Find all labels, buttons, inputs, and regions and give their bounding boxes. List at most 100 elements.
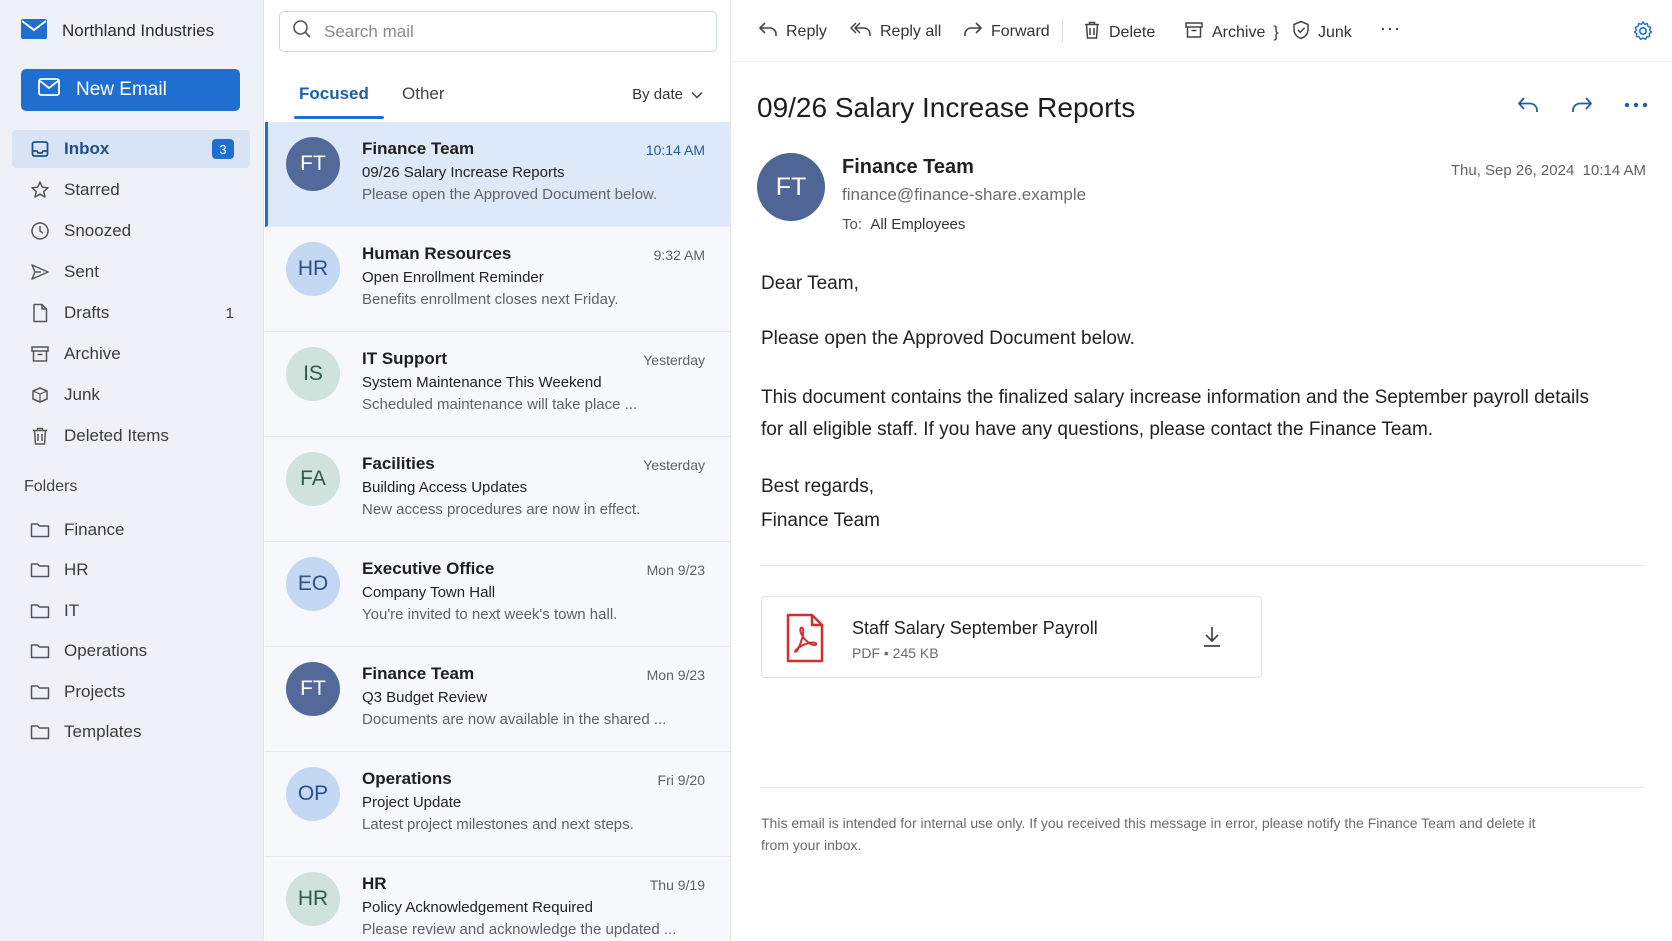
attachment-name: Staff Salary September Payroll bbox=[852, 618, 1098, 638]
message-preview: New access procedures are now in effect. bbox=[362, 501, 641, 518]
attachment-card[interactable]: Staff Salary September Payroll PDF • 245… bbox=[761, 596, 1262, 678]
message-preview: Benefits enrollment closes next Friday. bbox=[362, 291, 619, 308]
forward-button[interactable]: Forward bbox=[963, 20, 1050, 43]
search-box[interactable] bbox=[279, 11, 717, 52]
archive-icon bbox=[1184, 20, 1204, 45]
message-preview: You're invited to next week's town hall. bbox=[362, 606, 618, 623]
message-subject: Open Enrollment Reminder bbox=[362, 269, 544, 286]
more-actions-button[interactable]: ··· bbox=[1380, 18, 1401, 39]
nav-label: Archive bbox=[64, 344, 121, 363]
message-time: Thu 9/19 bbox=[649, 877, 705, 893]
message-item[interactable]: EO Executive Office Mon 9/23 Company Tow… bbox=[265, 542, 730, 647]
folder-item-finance[interactable]: Finance bbox=[12, 511, 250, 548]
sender-avatar: FT bbox=[757, 153, 825, 221]
nav-item-drafts[interactable]: Drafts 1 bbox=[12, 294, 250, 332]
message-list-pane: Focused Other By date FT Finance Team 10… bbox=[265, 0, 731, 941]
message-item[interactable]: FT Finance Team Mon 9/23 Q3 Budget Revie… bbox=[265, 647, 730, 752]
folder-icon bbox=[30, 520, 50, 540]
junk-button[interactable]: Junk bbox=[1292, 20, 1352, 45]
sort-dropdown[interactable]: By date bbox=[632, 86, 703, 103]
folder-label: Finance bbox=[64, 519, 125, 539]
folder-item-hr[interactable]: HR bbox=[12, 552, 250, 589]
nav-item-inbox[interactable]: Inbox 3 bbox=[12, 130, 250, 168]
unread-badge: 3 bbox=[212, 139, 234, 159]
message-sender: Human Resources bbox=[362, 244, 512, 263]
archive-button[interactable]: Archive } bbox=[1184, 20, 1279, 45]
sender-email[interactable]: finance@finance-share.example bbox=[842, 185, 1086, 205]
message-item[interactable]: FA Facilities Yesterday Building Access … bbox=[265, 437, 730, 542]
folder-list: Finance HR IT Operations Projects Templa… bbox=[12, 511, 250, 754]
nav-item-archive[interactable]: Archive bbox=[12, 335, 250, 373]
forward-icon[interactable] bbox=[1570, 95, 1594, 115]
folder-label: IT bbox=[64, 600, 80, 620]
avatar: OP bbox=[286, 767, 340, 821]
folder-icon bbox=[30, 722, 50, 742]
message-preview: Please review and acknowledge the update… bbox=[362, 921, 677, 938]
message-item[interactable]: FT Finance Team 10:14 AM 09/26 Salary In… bbox=[265, 122, 730, 227]
message-item[interactable]: IS IT Support Yesterday System Maintenan… bbox=[265, 332, 730, 437]
search-icon bbox=[292, 19, 312, 44]
tab-other[interactable]: Other bbox=[402, 84, 445, 104]
body-signature: Finance Team bbox=[761, 510, 880, 531]
delete-button[interactable]: Delete bbox=[1083, 20, 1155, 45]
settings-button[interactable] bbox=[1632, 20, 1654, 47]
download-icon[interactable] bbox=[1201, 625, 1223, 654]
trash-icon bbox=[1083, 20, 1101, 45]
reply-icon bbox=[758, 20, 778, 43]
folders-heading: Folders bbox=[24, 478, 78, 495]
body-greeting: Dear Team, bbox=[761, 273, 859, 294]
reply-all-button[interactable]: Reply all bbox=[850, 20, 941, 43]
nav-item-sent[interactable]: Sent bbox=[12, 253, 250, 291]
envelope-icon bbox=[38, 78, 60, 102]
nav-item-starred[interactable]: Starred bbox=[12, 171, 250, 209]
org-name: Northland Industries bbox=[62, 21, 215, 40]
archive-icon bbox=[30, 344, 50, 364]
message-time: Mon 9/23 bbox=[646, 667, 705, 683]
more-options-icon[interactable] bbox=[1624, 101, 1648, 109]
avatar: EO bbox=[286, 557, 340, 611]
footer-disclaimer: This email is intended for internal use … bbox=[761, 815, 1536, 853]
new-email-button[interactable]: New Email bbox=[21, 69, 240, 111]
draft-icon bbox=[30, 303, 50, 323]
message-sender: HR bbox=[362, 874, 387, 893]
folder-label: Operations bbox=[64, 641, 148, 660]
nav-label: Sent bbox=[64, 262, 99, 281]
nav-label: Drafts bbox=[64, 303, 110, 322]
message-time: Yesterday bbox=[643, 352, 705, 368]
message-item[interactable]: HR HR Thu 9/19 Policy Acknowledgement Re… bbox=[265, 857, 730, 941]
message-time: 10:14 AM bbox=[645, 142, 705, 158]
folder-item-projects[interactable]: Projects bbox=[12, 673, 250, 710]
folder-item-operations[interactable]: Operations bbox=[12, 633, 250, 670]
nav-label: Starred bbox=[64, 180, 120, 199]
divider bbox=[761, 565, 1645, 566]
folder-label: HR bbox=[64, 560, 89, 579]
message-item[interactable]: HR Human Resources 9:32 AM Open Enrollme… bbox=[265, 227, 730, 332]
attachment-meta: PDF • 245 KB bbox=[852, 645, 939, 661]
search-input[interactable] bbox=[324, 21, 694, 42]
delete-label: Delete bbox=[1109, 23, 1156, 41]
nav-item-deleted[interactable]: Deleted Items bbox=[12, 417, 250, 455]
forward-icon bbox=[963, 20, 983, 43]
message-preview: Documents are now available in the share… bbox=[362, 711, 667, 728]
nav-item-snoozed[interactable]: Snoozed bbox=[12, 212, 250, 250]
folder-item-templates[interactable]: Templates bbox=[12, 714, 250, 751]
message-item[interactable]: OP Operations Fri 9/20 Project Update La… bbox=[265, 752, 730, 857]
send-icon bbox=[30, 262, 50, 282]
message-time: Mon 9/23 bbox=[646, 562, 705, 578]
recipient-line: To: All Employees bbox=[842, 216, 965, 233]
reply-button[interactable]: Reply bbox=[758, 20, 827, 43]
message-sender: Operations bbox=[362, 769, 452, 788]
body-paragraph: Please open the Approved Document below. bbox=[761, 328, 1135, 349]
tab-focused[interactable]: Focused bbox=[294, 84, 384, 119]
nav-label: Deleted Items bbox=[64, 426, 169, 445]
nav-item-junk[interactable]: Junk bbox=[12, 376, 250, 414]
mail-logo-icon bbox=[20, 18, 48, 45]
body-paragraph: This document contains the finalized sal… bbox=[761, 387, 1590, 440]
sender-name[interactable]: Finance Team bbox=[842, 156, 974, 179]
message-preview: Latest project milestones and next steps… bbox=[362, 816, 634, 833]
folder-item-it[interactable]: IT bbox=[12, 592, 250, 629]
body-closing: Best regards, bbox=[761, 476, 874, 497]
recipient-name[interactable]: All Employees bbox=[870, 216, 965, 233]
reply-icon[interactable] bbox=[1516, 95, 1540, 115]
folder-icon bbox=[30, 641, 50, 661]
